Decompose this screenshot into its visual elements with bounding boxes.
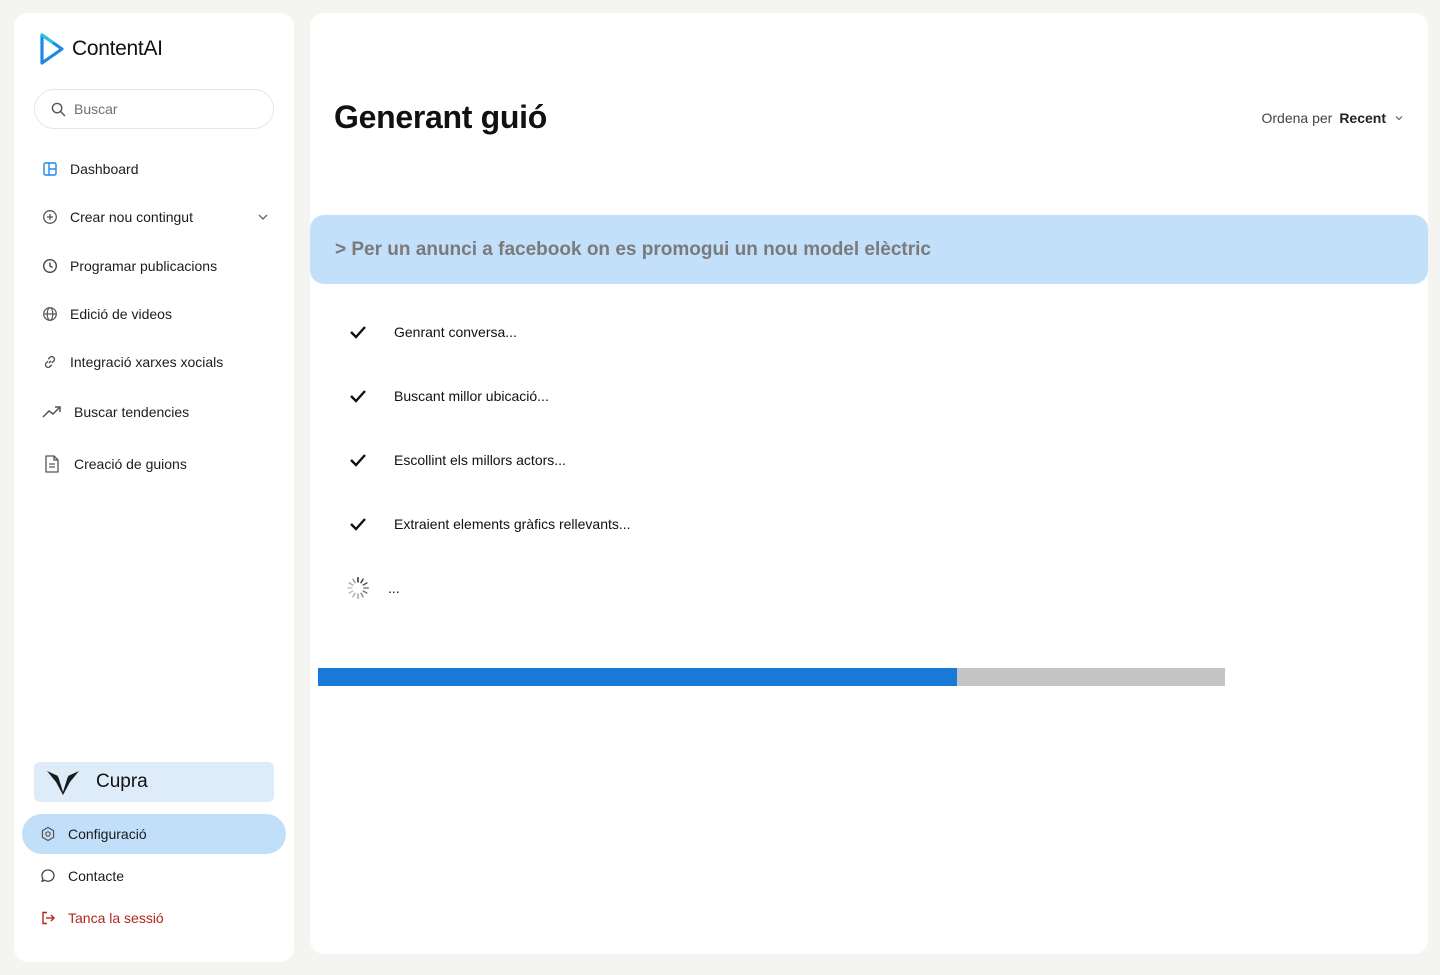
- step-label: Buscant millor ubicació...: [394, 388, 549, 404]
- sort-value: Recent: [1339, 110, 1386, 126]
- sidebar-item-contact[interactable]: Contacte: [40, 864, 124, 888]
- link-icon: [40, 352, 60, 372]
- brand-name: Cupra: [96, 771, 148, 792]
- step-label: Escollint els millors actors...: [394, 452, 566, 468]
- clock-icon: [40, 256, 60, 276]
- step-item: Buscant millor ubicació...: [346, 382, 549, 410]
- sidebar-item-schedule[interactable]: Programar publicacions: [40, 254, 270, 278]
- plus-circle-icon: [40, 207, 60, 227]
- step-item: Extraient elements gràfics rellevants...: [346, 510, 631, 538]
- brand-switcher[interactable]: Cupra: [34, 762, 274, 802]
- chevron-down-icon[interactable]: [256, 210, 270, 224]
- sidebar-item-label: Creació de guions: [74, 456, 187, 472]
- chevron-down-icon: [1395, 116, 1403, 121]
- step-label: ...: [388, 580, 400, 596]
- main-panel: Generant guió Ordena per Recent > Per un…: [310, 13, 1428, 954]
- dashboard-icon: [40, 159, 60, 179]
- chat-bubble-icon: [41, 869, 55, 883]
- sidebar-item-social-integration[interactable]: Integració xarxes xocials: [40, 350, 270, 374]
- step-item: Escollint els millors actors...: [346, 446, 566, 474]
- search-icon: [51, 102, 66, 116]
- trending-up-icon: [40, 402, 64, 422]
- app-name: ContentAI: [72, 37, 163, 60]
- sidebar-item-settings[interactable]: Configuració: [22, 814, 286, 854]
- sidebar-item-create-content[interactable]: Crear nou contingut: [40, 205, 270, 229]
- cupra-logo: [47, 771, 79, 795]
- sidebar-item-dashboard[interactable]: Dashboard: [40, 157, 270, 181]
- sidebar-item-label: Dashboard: [70, 161, 139, 177]
- sidebar-item-label: Crear nou contingut: [70, 209, 193, 225]
- sidebar-item-video-editing[interactable]: Edició de videos: [40, 302, 270, 326]
- sort-dropdown[interactable]: Ordena per Recent: [1261, 110, 1404, 126]
- page-title: Generant guió: [334, 99, 548, 135]
- progress-fill: [318, 668, 958, 686]
- spinner-icon: [346, 576, 370, 600]
- app-logo[interactable]: ContentAI: [38, 31, 163, 67]
- sort-prefix: Ordena per: [1261, 110, 1333, 126]
- checkmark-icon: [346, 384, 370, 408]
- checkmark-icon: [346, 448, 370, 472]
- sidebar-item-label: Buscar tendencies: [74, 404, 190, 420]
- sidebar-item-label: Integració xarxes xocials: [70, 354, 224, 370]
- sidebar-item-label: Edició de videos: [70, 306, 172, 322]
- progress-bar: [318, 668, 1225, 686]
- search-box[interactable]: [34, 89, 274, 129]
- logout-icon: [42, 911, 55, 925]
- sidebar: ContentAI Dashboard Crear nou contingut …: [14, 13, 294, 962]
- logout-button[interactable]: Tanca la sessió: [40, 906, 164, 930]
- step-item: ...: [346, 574, 400, 602]
- step-label: Genrant conversa...: [394, 324, 517, 340]
- checkmark-icon: [346, 320, 370, 344]
- checkmark-icon: [346, 512, 370, 536]
- settings-icon: [41, 826, 55, 842]
- sidebar-item-label: Programar publicacions: [70, 258, 218, 274]
- play-logo-icon: [40, 33, 64, 65]
- globe-icon: [40, 304, 60, 324]
- sidebar-item-scripts[interactable]: Creació de guions: [40, 452, 270, 476]
- step-item: Genrant conversa...: [346, 318, 517, 346]
- search-input[interactable]: [74, 101, 254, 117]
- sidebar-item-trends[interactable]: Buscar tendencies: [40, 400, 270, 424]
- sidebar-item-label: Configuració: [68, 826, 147, 842]
- prompt-display: > Per un anunci a facebook on es promogu…: [310, 215, 1428, 284]
- logout-label: Tanca la sessió: [68, 910, 164, 926]
- sidebar-item-label: Contacte: [68, 868, 125, 884]
- document-icon: [40, 454, 64, 474]
- step-label: Extraient elements gràfics rellevants...: [394, 516, 631, 532]
